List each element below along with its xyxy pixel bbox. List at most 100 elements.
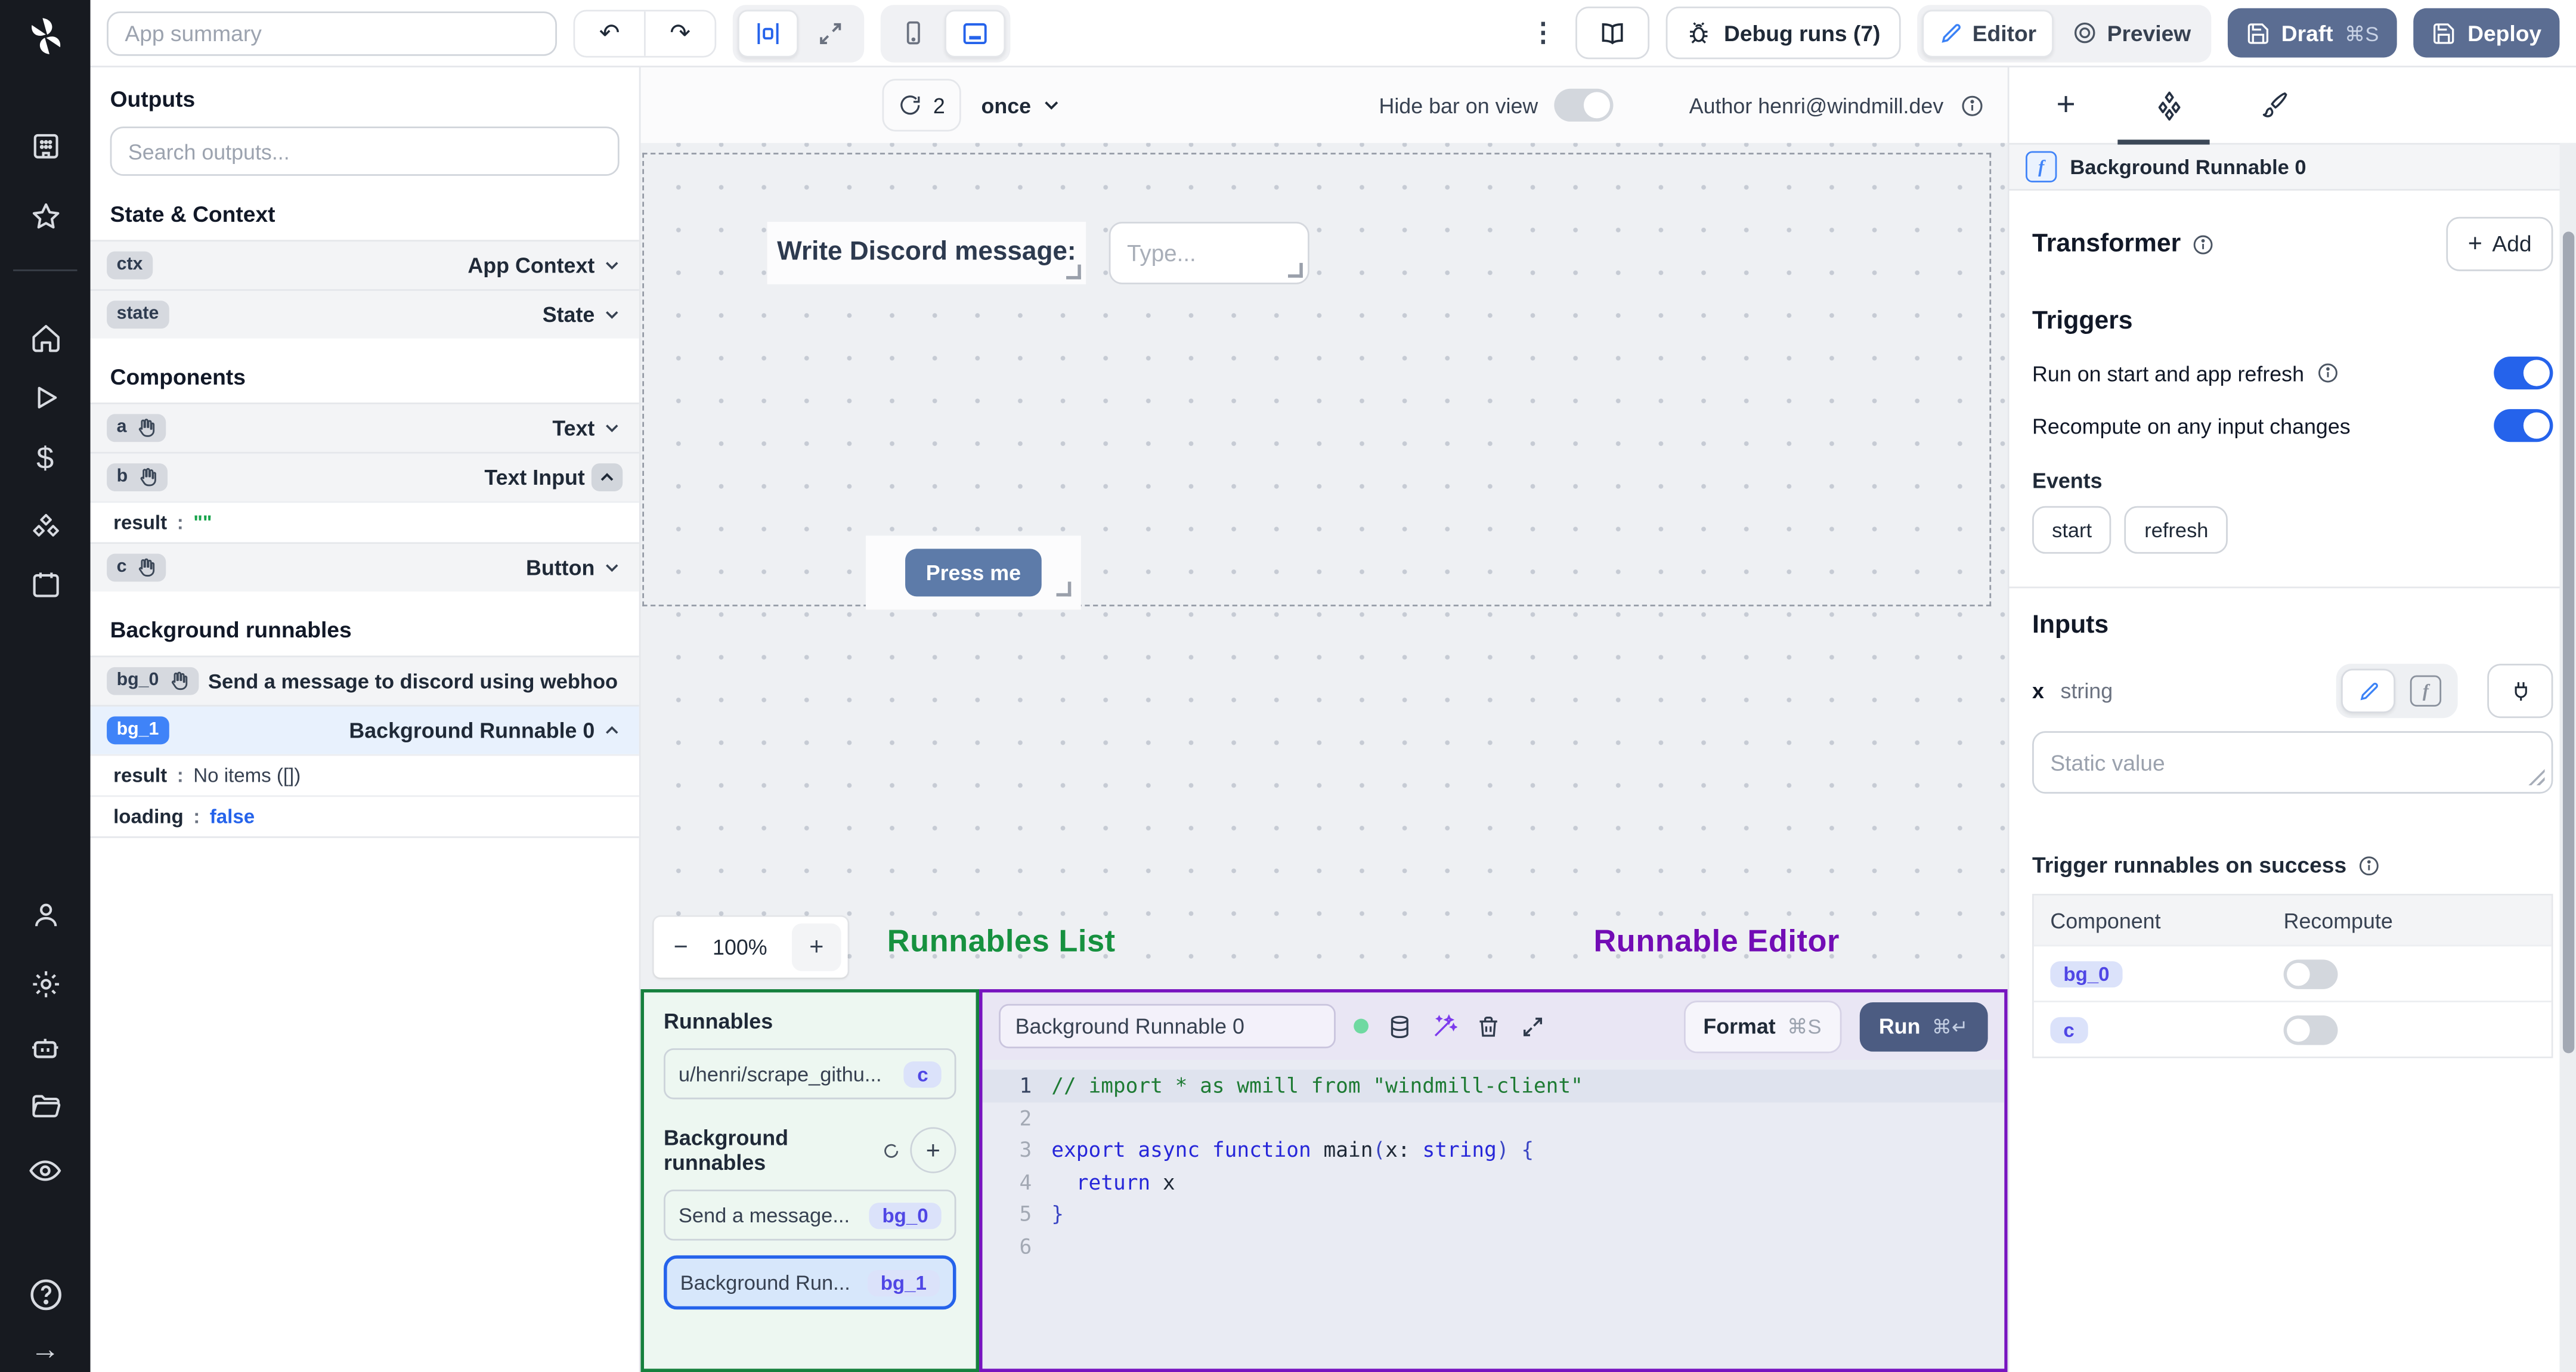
text-component[interactable]: Write Discord message: (767, 222, 1086, 284)
editor-preview-toggle: Editor Preview (1916, 4, 2211, 62)
fullscreen-button[interactable] (801, 11, 859, 55)
component-settings-tab[interactable] (2142, 89, 2197, 120)
runnable-item-bg1-selected[interactable]: Background Run... bg_1 (664, 1255, 956, 1310)
desktop-view-button[interactable] (945, 9, 1006, 57)
home-icon[interactable] (0, 322, 91, 355)
trash-icon[interactable] (1475, 1013, 1501, 1039)
press-me-button[interactable]: Press me (905, 549, 1042, 597)
resize-handle[interactable] (1056, 581, 1072, 597)
collapse-chevron-up[interactable] (591, 463, 623, 491)
draft-button[interactable]: Draft ⌘S (2227, 8, 2397, 58)
code-line[interactable]: 6 (983, 1230, 2005, 1262)
variables-dollar-icon[interactable]: $ (0, 444, 91, 475)
static-value-textarea[interactable]: Static value (2032, 731, 2553, 794)
add-background-runnable-button[interactable]: + (910, 1127, 956, 1173)
app-grid-icon[interactable] (0, 130, 91, 163)
expand-icon[interactable] (1519, 1013, 1546, 1039)
help-icon[interactable] (0, 1277, 91, 1313)
info-icon[interactable] (1960, 93, 1984, 117)
editor-tab[interactable]: Editor (1921, 9, 2053, 57)
debug-runs-button[interactable]: Debug runs (7) (1666, 7, 1900, 60)
connect-plug-button[interactable] (2487, 664, 2553, 718)
hide-bar-toggle[interactable] (1554, 88, 1614, 122)
info-icon[interactable] (2193, 233, 2216, 256)
runs-play-icon[interactable] (0, 381, 91, 414)
event-start-pill[interactable]: start (2032, 506, 2112, 554)
refresh-mode-dropdown[interactable]: once (981, 93, 1062, 117)
refresh-count-button[interactable]: 2 (882, 79, 962, 132)
code-line[interactable]: 1// import * as wmill from "windmill-cli… (982, 1069, 2005, 1102)
output-row-c[interactable]: c Button (90, 542, 639, 592)
code-line[interactable]: 4 return x (983, 1166, 2005, 1198)
audit-eye-icon[interactable] (0, 1154, 91, 1188)
search-outputs-input[interactable] (110, 126, 620, 176)
database-icon[interactable] (1386, 1013, 1413, 1039)
info-icon[interactable] (2315, 361, 2339, 385)
bg1-result-row[interactable]: result : No items ([]) (90, 754, 639, 795)
settings-tabs: + (2009, 67, 2576, 145)
zoom-out-button[interactable]: − (674, 933, 688, 961)
bg0-recompute-toggle[interactable] (2283, 958, 2338, 989)
b-result-row[interactable]: result : "" (90, 501, 639, 543)
run-button[interactable]: Run ⌘↵ (1859, 1001, 1988, 1051)
textarea-resize-handle[interactable] (2528, 769, 2545, 786)
format-shortcut: ⌘S (1787, 1015, 1822, 1039)
deploy-button[interactable]: Deploy (2413, 8, 2560, 58)
undo-button[interactable]: ↶ (575, 10, 644, 55)
code-editor[interactable]: 1// import * as wmill from "windmill-cli… (982, 1060, 2005, 1369)
ai-wand-icon[interactable] (1431, 1013, 1457, 1039)
workers-robot-icon[interactable] (0, 1030, 91, 1065)
eval-mode-button[interactable]: f (2398, 669, 2453, 713)
output-row-bg1-selected[interactable]: bg_1 Background Runnable 0 (90, 705, 639, 754)
output-row-b[interactable]: b Text Input (90, 451, 639, 501)
app-canvas[interactable]: Write Discord message: Type... Press me … (640, 143, 2008, 989)
resize-handle[interactable] (1287, 262, 1303, 278)
output-row-ctx[interactable]: ctx App Context (90, 240, 639, 290)
event-refresh-pill[interactable]: refresh (2125, 506, 2228, 554)
run-on-start-toggle[interactable] (2494, 356, 2553, 390)
scrollbar-track[interactable] (2559, 143, 2576, 1372)
output-row-a[interactable]: a Text (90, 402, 639, 452)
recompute-toggle[interactable] (2494, 409, 2553, 442)
text-input-component[interactable]: Type... (1109, 222, 1309, 284)
mobile-view-button[interactable] (886, 11, 942, 55)
resources-cubes-icon[interactable] (0, 511, 91, 544)
runnable-name-input[interactable] (999, 1004, 1336, 1049)
runnable-item-bg0[interactable]: Send a message... bg_0 (664, 1190, 956, 1241)
preview-tab[interactable]: Preview (2056, 11, 2206, 55)
users-person-icon[interactable] (0, 899, 91, 931)
info-icon[interactable] (2358, 854, 2381, 877)
collapse-rail-arrow-icon[interactable]: → (0, 1334, 91, 1364)
output-row-state[interactable]: state State (90, 289, 639, 339)
zoom-in-button[interactable]: + (791, 923, 841, 971)
code-line[interactable]: 2 (983, 1102, 2005, 1134)
code-line[interactable]: 3 export async function main(x: string) { (983, 1133, 2005, 1166)
docs-book-button[interactable] (1576, 7, 1650, 60)
styling-brush-tab[interactable] (2246, 91, 2300, 120)
windmill-logo-icon[interactable] (0, 13, 91, 59)
debug-runs-label: Debug runs (7) (1723, 20, 1881, 45)
add-transformer-button[interactable]: + Add (2446, 216, 2553, 271)
favorites-star-icon[interactable] (0, 200, 91, 233)
format-button[interactable]: Format ⌘S (1683, 999, 1841, 1053)
insert-component-tab[interactable]: + (2039, 86, 2093, 124)
resize-handle[interactable] (1066, 264, 1081, 280)
settings-gear-icon[interactable] (0, 968, 91, 1001)
folders-icon[interactable] (0, 1089, 91, 1122)
scrollbar-thumb[interactable] (2562, 231, 2574, 1054)
selected-runnable-header: f Background Runnable 0 (2009, 144, 2576, 191)
static-mode-button[interactable] (2341, 668, 2395, 713)
output-row-bg0[interactable]: bg_0 Send a message to discord using web… (90, 655, 639, 705)
bg1-loading-row[interactable]: loading : false (90, 795, 639, 838)
code-line[interactable]: 5} (983, 1198, 2005, 1230)
center-align-button[interactable] (738, 9, 798, 57)
runnable-item-script[interactable]: u/henri/scrape_githu... c (664, 1048, 956, 1100)
table-header: Component Recompute (2033, 895, 2552, 945)
app-summary-input[interactable] (107, 10, 557, 55)
hide-bar-label: Hide bar on view (1379, 92, 1538, 118)
author-label: Author henri@windmill.dev (1689, 92, 1944, 118)
more-menu-kebab[interactable]: ⋮ (1527, 17, 1559, 49)
c-recompute-toggle[interactable] (2283, 1014, 2338, 1045)
redo-button[interactable]: ↷ (643, 10, 715, 55)
schedules-calendar-icon[interactable] (0, 568, 91, 601)
